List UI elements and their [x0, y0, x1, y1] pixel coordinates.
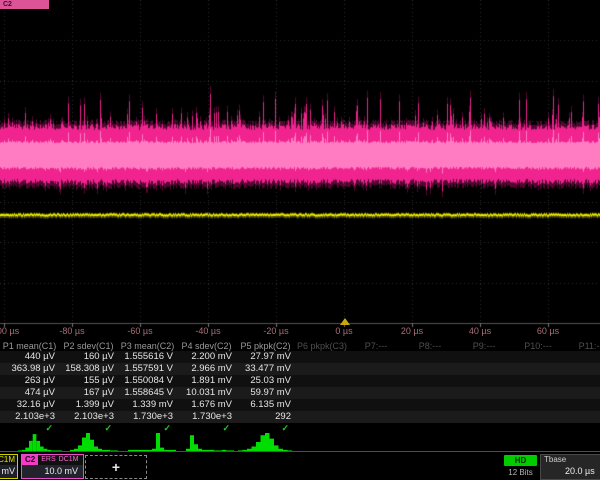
cell-value: 1.399 µV: [59, 399, 118, 411]
measure-header-p6[interactable]: P6 pkpk(C3): [295, 341, 349, 351]
c2-coupling: DC1M: [59, 455, 79, 465]
measure-header-p10[interactable]: P10:---: [511, 341, 565, 351]
time-tick-label: -80 µs: [59, 326, 84, 336]
cell-value: 1.730e+3: [177, 411, 236, 423]
cell-value: 474 µV: [0, 387, 59, 399]
timebase-descriptor[interactable]: Tbase 20.0 µs: [540, 454, 600, 480]
cell-value: 59.97 mV: [236, 387, 295, 399]
measure-header-p9[interactable]: P9:---: [457, 341, 511, 351]
add-trace-button[interactable]: +: [85, 455, 147, 479]
histicon-p4[interactable]: [186, 431, 234, 451]
measure-header-p11[interactable]: P11:---: [565, 341, 600, 351]
measure-header-p8[interactable]: P8:---: [403, 341, 457, 351]
time-tick-label: -40 µs: [195, 326, 220, 336]
table-row-value: 440 µV 160 µV 1.555616 V 2.200 mV 27.97 …: [0, 351, 600, 363]
hd-mode-badge[interactable]: HD: [504, 455, 537, 466]
cell-value: 2.200 mV: [177, 351, 236, 363]
measure-header-p5[interactable]: P5 pkpk(C2): [236, 341, 295, 351]
cell-value: 27.97 mV: [236, 351, 295, 363]
timebase-label: Tbase: [541, 455, 600, 465]
time-tick-label: 20 µs: [401, 326, 423, 336]
cell-value: 1.557591 V: [118, 363, 177, 375]
cell-value: 10.031 mV: [177, 387, 236, 399]
cell-value: 6.135 mV: [236, 399, 295, 411]
c2-label: C2: [22, 455, 38, 465]
c2-flag: ERS: [41, 455, 55, 465]
cell-value: 160 µV: [59, 351, 118, 363]
cell-value: 1.730e+3: [118, 411, 177, 423]
measure-header-p3[interactable]: P3 mean(C2): [118, 341, 177, 351]
cell-value: 1.891 mV: [177, 375, 236, 387]
histicon-p5[interactable]: [238, 431, 292, 451]
histicon-p2[interactable]: [70, 431, 118, 451]
cell-value: 263 µV: [0, 375, 59, 387]
cell-value: 25.03 mV: [236, 375, 295, 387]
cell-value: 158.308 µV: [59, 363, 118, 375]
cell-value: 2.966 mV: [177, 363, 236, 375]
cell-value: 363.98 µV: [0, 363, 59, 375]
table-row-mean: 363.98 µV 158.308 µV 1.557591 V 2.966 mV…: [0, 363, 600, 375]
waveform-display: [0, 0, 600, 330]
table-row-num: 2.103e+3 2.103e+3 1.730e+3 1.730e+3 292: [0, 411, 600, 423]
time-tick-label: -100 µs: [0, 326, 19, 336]
trace-label-badge: C2: [0, 0, 49, 9]
cell-value: 1.555616 V: [118, 351, 177, 363]
time-tick-label: 40 µs: [469, 326, 491, 336]
c1-scale: 10.0 mV: [0, 465, 17, 478]
cell-value: 167 µV: [59, 387, 118, 399]
trigger-position-marker[interactable]: [340, 318, 350, 325]
table-row-sdev: 32.16 µV 1.399 µV 1.339 mV 1.676 mV 6.13…: [0, 399, 600, 411]
channel-c2-descriptor[interactable]: C2 ERS DC1M 10.0 mV: [21, 454, 84, 479]
time-tick-label: -60 µs: [127, 326, 152, 336]
cell-value: 1.558645 V: [118, 387, 177, 399]
time-tick-label: -20 µs: [263, 326, 288, 336]
time-tick-label: 60 µs: [537, 326, 559, 336]
measure-header-p7[interactable]: P7:---: [349, 341, 403, 351]
measure-table-header-inactive: P6 pkpk(C3) P7:--- P8:--- P9:--- P10:---…: [295, 341, 600, 351]
cell-value: 1.550084 V: [118, 375, 177, 387]
table-row-min: 263 µV 155 µV 1.550084 V 1.891 mV 25.03 …: [0, 375, 600, 387]
c1-coupling: DC1M: [0, 455, 17, 465]
cell-value: 292: [236, 411, 295, 423]
oscilloscope-screen: C2 -100 µs -80 µs -60 µs -40 µs -20 µs 0…: [0, 0, 600, 480]
timebase-value: 20.0 µs: [541, 465, 600, 478]
cell-value: 33.477 mV: [236, 363, 295, 375]
channel-c1-descriptor[interactable]: DC1M 10.0 mV: [0, 454, 18, 479]
measure-header-p2[interactable]: P2 sdev(C1): [59, 341, 118, 351]
plus-icon: +: [112, 459, 120, 475]
histicon-p3[interactable]: [128, 431, 176, 451]
hd-bits-label: 12 Bits: [500, 468, 541, 477]
cell-value: 1.339 mV: [118, 399, 177, 411]
c2-scale: 10.0 mV: [22, 465, 83, 478]
measure-header-p4[interactable]: P4 sdev(C2): [177, 341, 236, 351]
cell-value: 440 µV: [0, 351, 59, 363]
histicon-p1[interactable]: [18, 431, 62, 451]
cell-value: 32.16 µV: [0, 399, 59, 411]
cell-value: 1.676 mV: [177, 399, 236, 411]
cell-value: 155 µV: [59, 375, 118, 387]
separator-line: [0, 451, 600, 452]
time-tick-label: 0 µs: [335, 326, 352, 336]
measure-header-p1[interactable]: P1 mean(C1): [0, 341, 59, 351]
cell-value: 2.103e+3: [59, 411, 118, 423]
table-row-max: 474 µV 167 µV 1.558645 V 10.031 mV 59.97…: [0, 387, 600, 399]
cell-value: 2.103e+3: [0, 411, 59, 423]
